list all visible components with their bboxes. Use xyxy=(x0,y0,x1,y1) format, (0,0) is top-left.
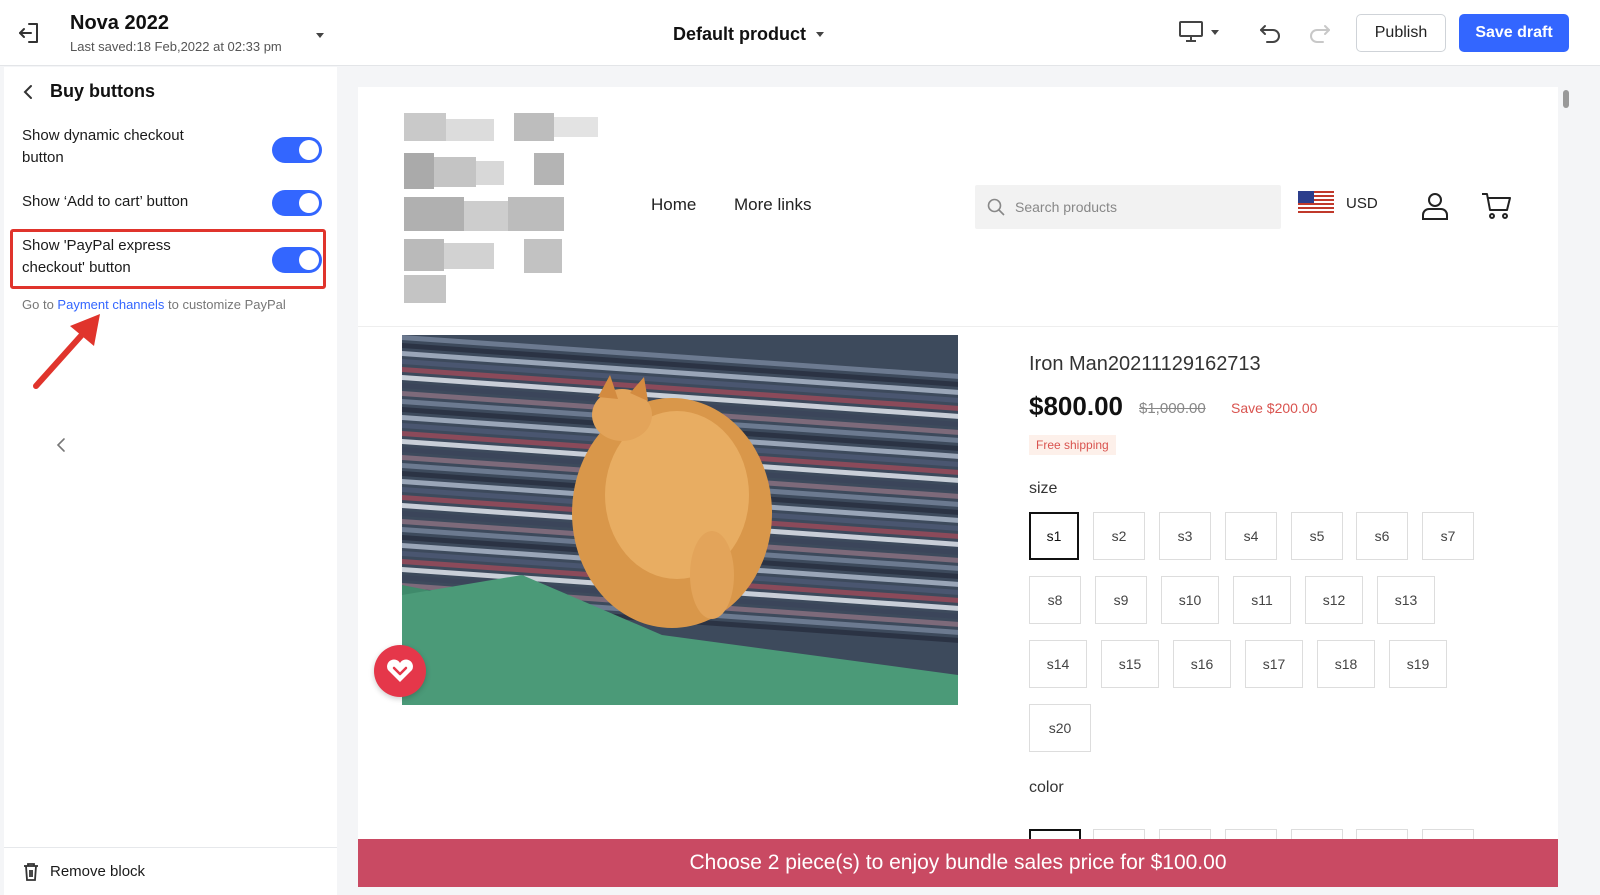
arrow-annotation xyxy=(30,312,110,397)
setting-dynamic-checkout: Show dynamic checkout button xyxy=(22,125,322,169)
chevron-left-icon xyxy=(23,84,32,99)
user-icon[interactable] xyxy=(1420,191,1450,221)
store-preview: Home More links USD xyxy=(358,87,1558,887)
chevron-left-icon[interactable] xyxy=(52,435,72,455)
cart-icon[interactable] xyxy=(1480,191,1512,221)
size-option[interactable]: s7 xyxy=(1422,512,1474,560)
nav-link-more-links[interactable]: More links xyxy=(734,195,811,215)
store-header: Home More links USD xyxy=(358,87,1558,327)
setting-label: Show dynamic checkout button xyxy=(22,127,184,166)
size-option[interactable]: s11 xyxy=(1233,576,1291,624)
search-input[interactable] xyxy=(1015,199,1265,215)
dynamic-checkout-toggle[interactable] xyxy=(272,137,322,163)
color-label: color xyxy=(1029,779,1064,796)
save-draft-button[interactable]: Save draft xyxy=(1459,14,1569,52)
store-logo xyxy=(404,113,604,303)
size-option[interactable]: s16 xyxy=(1173,640,1231,688)
size-option[interactable]: s20 xyxy=(1029,704,1091,752)
last-saved-text: Last saved:18 Feb,2022 at 02:33 pm xyxy=(70,39,282,54)
publish-button[interactable]: Publish xyxy=(1356,14,1446,52)
setting-add-to-cart: Show ‘Add to cart’ button xyxy=(22,190,322,216)
size-option[interactable]: s12 xyxy=(1305,576,1363,624)
payment-channels-link[interactable]: Payment channels xyxy=(57,297,164,312)
page-select-label: Default product xyxy=(673,23,806,44)
product-title: Iron Man20211129162713 xyxy=(1029,353,1261,375)
remove-block-button[interactable]: Remove block xyxy=(4,847,337,895)
chevron-down-icon[interactable] xyxy=(313,28,327,42)
preview-scrollbar[interactable] xyxy=(1561,87,1571,895)
store-name: Nova 2022 xyxy=(70,12,169,34)
compare-price: $1,000.00 xyxy=(1139,400,1206,417)
size-option[interactable]: s1 xyxy=(1029,512,1079,560)
currency-selector[interactable]: USD xyxy=(1298,191,1378,215)
top-bar: Nova 2022 Last saved:18 Feb,2022 at 02:3… xyxy=(0,0,1600,66)
remove-block-label: Remove block xyxy=(50,863,146,880)
us-flag-icon xyxy=(1298,191,1334,215)
size-option[interactable]: s17 xyxy=(1245,640,1303,688)
helper-prefix: Go to xyxy=(22,297,54,312)
panel-title: Buy buttons xyxy=(50,81,155,101)
size-option[interactable]: s3 xyxy=(1159,512,1211,560)
size-option[interactable]: s13 xyxy=(1377,576,1435,624)
caret-down-icon xyxy=(816,32,824,37)
search-bar[interactable] xyxy=(975,185,1281,229)
size-option[interactable]: s4 xyxy=(1225,512,1277,560)
size-option[interactable]: s19 xyxy=(1389,640,1447,688)
currency-label: USD xyxy=(1346,194,1378,212)
highlight-annotation xyxy=(10,229,326,289)
size-option[interactable]: s8 xyxy=(1029,576,1081,624)
product-image[interactable] xyxy=(402,335,958,705)
search-icon xyxy=(987,198,1005,216)
size-option[interactable]: s10 xyxy=(1161,576,1219,624)
size-option[interactable]: s2 xyxy=(1093,512,1145,560)
size-option[interactable]: s18 xyxy=(1317,640,1375,688)
size-option[interactable]: s14 xyxy=(1029,640,1087,688)
redo-icon[interactable] xyxy=(1307,21,1333,47)
size-option[interactable]: s6 xyxy=(1356,512,1408,560)
size-option[interactable]: s15 xyxy=(1101,640,1159,688)
device-select-dropdown[interactable] xyxy=(1178,20,1220,44)
scroll-thumb[interactable] xyxy=(1563,90,1569,108)
bundle-sales-text: Choose 2 piece(s) to enjoy bundle sales … xyxy=(689,851,1227,874)
bundle-sales-bar[interactable]: Choose 2 piece(s) to enjoy bundle sales … xyxy=(358,839,1558,887)
settings-sidebar: Buy buttons Show dynamic checkout button… xyxy=(4,67,337,895)
product-price: $800.00 xyxy=(1029,391,1123,421)
size-option[interactable]: s9 xyxy=(1095,576,1147,624)
back-button[interactable]: Buy buttons xyxy=(22,81,155,102)
trash-icon xyxy=(24,862,38,881)
exit-icon[interactable] xyxy=(16,20,42,46)
size-label: size xyxy=(1029,480,1058,497)
caret-down-icon xyxy=(1211,30,1219,35)
free-shipping-badge: Free shipping xyxy=(1029,435,1116,455)
save-amount: Save $200.00 xyxy=(1231,400,1318,416)
helper-suffix: to customize PayPal xyxy=(168,297,286,312)
add-to-cart-toggle[interactable] xyxy=(272,190,322,216)
setting-label: Show ‘Add to cart’ button xyxy=(22,193,189,210)
nav-link-home[interactable]: Home xyxy=(651,195,696,215)
undo-icon[interactable] xyxy=(1257,21,1283,47)
page-select-dropdown[interactable]: Default product xyxy=(673,22,826,46)
size-option[interactable]: s5 xyxy=(1291,512,1343,560)
desktop-icon xyxy=(1179,21,1203,42)
favorite-icon[interactable] xyxy=(374,645,426,697)
helper-text: Go to Payment channels to customize PayP… xyxy=(22,297,286,312)
